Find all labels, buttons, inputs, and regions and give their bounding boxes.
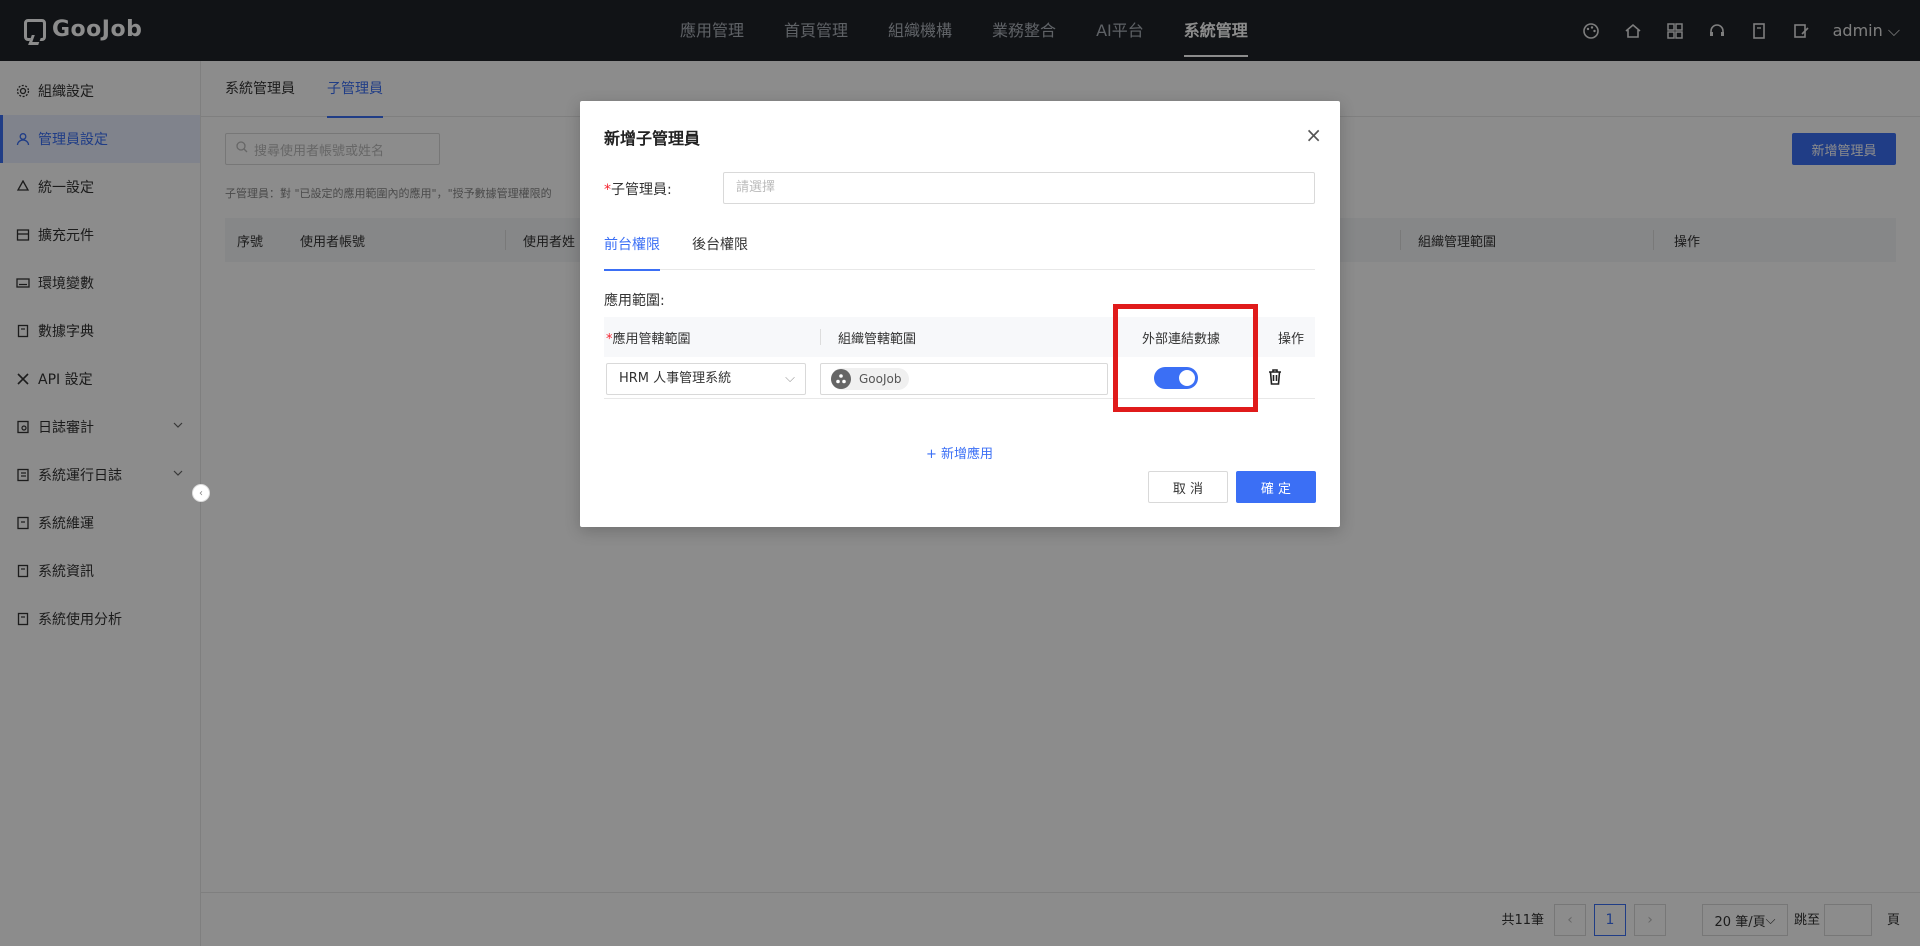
org-tag-label: GooJob [859,372,902,386]
sub-admin-label-text: 子管理員: [611,182,672,198]
tab-frontend-permissions[interactable]: 前台權限 [604,233,660,271]
org-avatar-icon [831,369,851,389]
add-sub-admin-dialog: 新增子管理員 × *子管理員: 請選擇 前台權限 後台權限 應用範圍: *應用管… [580,101,1340,527]
column-separator [820,329,821,345]
column-org-scope: 組織管轄範圍 [838,332,917,347]
org-tag[interactable]: GooJob [831,368,910,390]
org-scope-select[interactable]: GooJob [820,363,1108,395]
highlight-annotation-box [1113,304,1258,412]
app-scope-value: HRM 人事管理系統 [619,371,732,386]
confirm-button[interactable]: 確 定 [1236,471,1316,503]
add-application-link[interactable]: + 新增應用 [604,443,1315,462]
cancel-button[interactable]: 取 消 [1148,471,1228,503]
sub-admin-select[interactable]: 請選擇 [723,172,1315,204]
trash-icon[interactable] [1268,369,1282,389]
tab-backend-permissions[interactable]: 後台權限 [692,233,748,270]
sidebar-collapse-button[interactable]: ‹ [192,484,210,502]
close-icon[interactable]: × [1305,125,1322,145]
chevron-down-icon: ⌵ [785,371,795,386]
required-mark: * [604,182,611,198]
chevron-left-icon: ‹ [199,487,203,499]
app-scope-select[interactable]: HRM 人事管理系統 ⌵ [606,363,806,395]
column-actions: 操作 [1278,332,1305,347]
column-app-scope-text: 應用管轄範圍 [612,332,691,347]
sub-admin-label: *子管理員: [604,179,672,199]
dialog-title: 新增子管理員 [604,129,701,148]
application-scope-label: 應用範圍: [604,293,665,309]
column-app-scope: *應用管轄範圍 [606,328,691,347]
permission-tabs: 前台權限 後台權限 [604,233,1315,271]
